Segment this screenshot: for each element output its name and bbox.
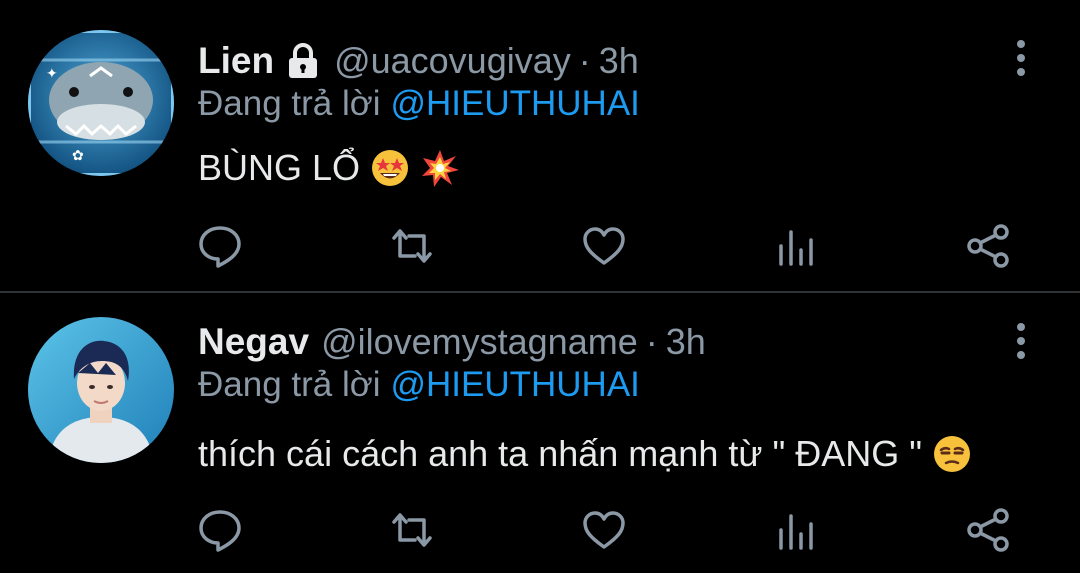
reply-icon[interactable]	[196, 222, 244, 270]
collision-emoji	[420, 148, 460, 188]
separator-dot: ·	[578, 40, 591, 81]
timestamp[interactable]: 3h	[599, 40, 639, 82]
replying-to: Đang trả lời @HIEUTHUHAI	[198, 365, 640, 411]
tweet-actions	[0, 506, 1080, 556]
share-icon[interactable]	[964, 506, 1012, 554]
view-stats-icon[interactable]	[772, 506, 820, 554]
like-icon[interactable]	[580, 506, 628, 554]
like-icon[interactable]	[580, 222, 628, 270]
retweet-icon[interactable]	[388, 222, 436, 270]
timeline-feed: ✦ ✿ Lien @uacovugivay · 3h Đang trả lời …	[0, 0, 1080, 573]
tweet-header: Lien @uacovugivay · 3h	[198, 36, 639, 86]
avatar[interactable]: ✦ ✿	[28, 30, 174, 176]
display-name[interactable]: Negav	[198, 321, 309, 363]
timestamp[interactable]: 3h	[666, 321, 706, 363]
user-handle[interactable]: @uacovugivay	[334, 40, 571, 82]
star-struck-emoji	[370, 148, 410, 188]
tweet[interactable]: ✦ ✿ Lien @uacovugivay · 3h Đang trả lời …	[0, 0, 1080, 291]
replying-to: Đang trả lời @HIEUTHUHAI	[198, 84, 640, 130]
tweet-header: Negav @ilovemystagname · 3h	[198, 317, 706, 367]
more-options-icon[interactable]	[1006, 321, 1036, 361]
reply-prefix: Đang trả lời	[198, 84, 381, 123]
more-options-icon[interactable]	[1006, 38, 1036, 78]
tweet-text: BÙNG LỔ	[198, 143, 460, 193]
user-handle[interactable]: @ilovemystagname	[321, 321, 638, 363]
tweet-text: thích cái cách anh ta nhấn mạnh từ " ĐAN…	[198, 429, 972, 479]
svg-text:✦: ✦	[46, 66, 58, 82]
tweet[interactable]: Negav @ilovemystagname · 3h Đang trả lời…	[0, 293, 1080, 573]
reply-prefix: Đang trả lời	[198, 365, 381, 404]
retweet-icon[interactable]	[388, 506, 436, 554]
tweet-text-content: thích cái cách anh ta nhấn mạnh từ " ĐAN…	[198, 433, 923, 474]
tweet-actions	[0, 222, 1080, 272]
avatar[interactable]	[28, 317, 174, 463]
unamused-face-emoji	[932, 434, 972, 474]
display-name[interactable]: Lien	[198, 40, 274, 82]
tweet-text-content: BÙNG LỔ	[198, 147, 361, 188]
shark-avatar-image: ✦ ✿	[28, 30, 174, 176]
svg-text:✿: ✿	[72, 148, 84, 164]
reply-icon[interactable]	[196, 506, 244, 554]
mention-link[interactable]: @HIEUTHUHAI	[390, 365, 639, 404]
lock-icon	[284, 42, 322, 80]
mention-link[interactable]: @HIEUTHUHAI	[390, 84, 639, 123]
separator-dot: ·	[645, 321, 658, 362]
person-avatar-image	[28, 317, 174, 463]
share-icon[interactable]	[964, 222, 1012, 270]
view-stats-icon[interactable]	[772, 222, 820, 270]
